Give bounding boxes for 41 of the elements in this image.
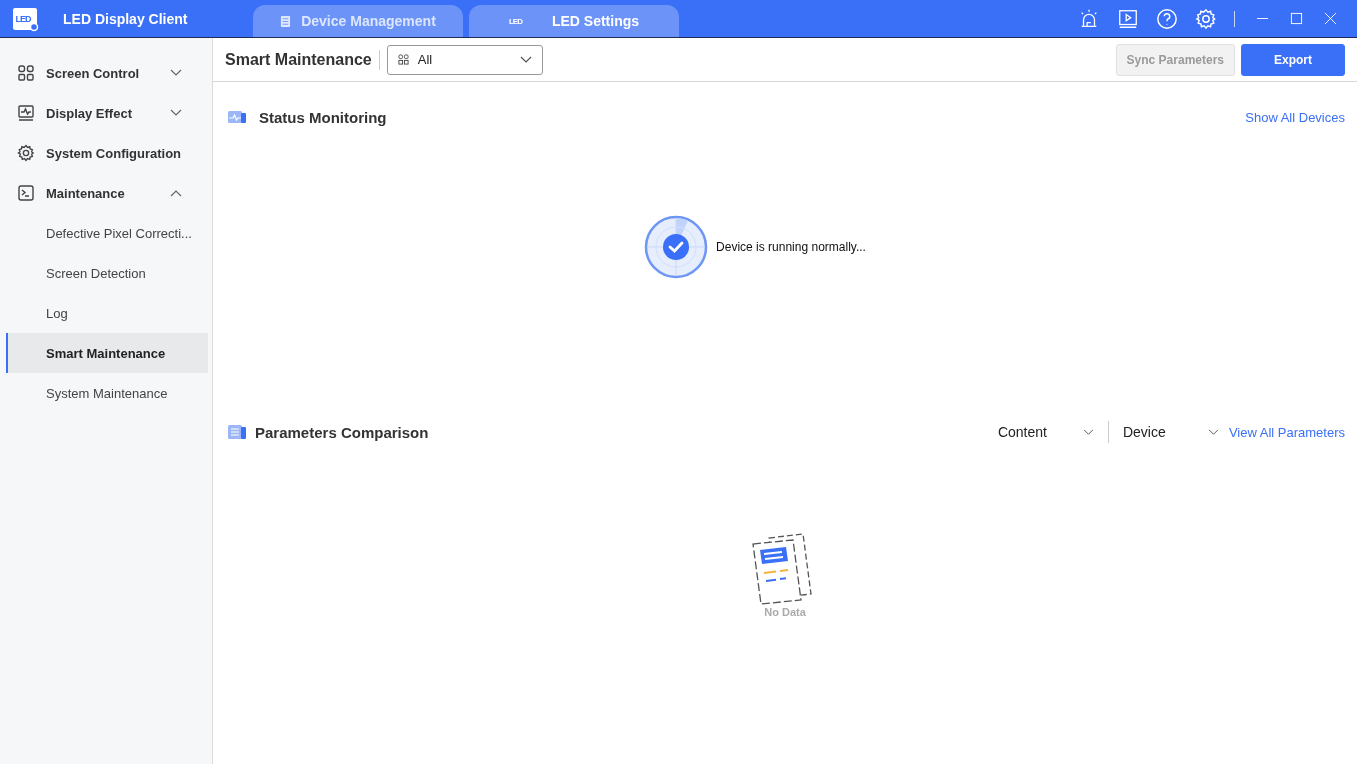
window-title: LED Display Client	[63, 10, 189, 27]
sidebar-item[interactable]: System Maintenance	[6, 373, 208, 413]
monitor-chart-icon	[17, 104, 35, 122]
sidebar-group[interactable]: Maintenance	[0, 173, 212, 213]
view-all-parameters-link[interactable]: View All Parameters	[1228, 424, 1345, 440]
dropdown[interactable]: Content	[997, 424, 1094, 440]
grid-icon	[397, 54, 409, 65]
video-icon[interactable]	[1117, 7, 1139, 30]
terminal-icon	[17, 184, 35, 202]
document-icon	[280, 14, 292, 28]
sidebar-group[interactable]: System Configuration	[0, 133, 212, 173]
empty-state-text: No Data	[764, 606, 806, 618]
sidebar-item[interactable]: Screen Detection	[6, 253, 208, 293]
status-check-icon	[644, 215, 709, 279]
chevron-icon	[1082, 428, 1094, 436]
show-all-devices-link[interactable]: Show All Devices	[1245, 109, 1345, 125]
filter-value: All	[417, 52, 434, 67]
filter-dropdown[interactable]: All	[386, 44, 543, 75]
status-message: Device is running normally...	[716, 240, 866, 254]
section-title: Parameters Comparison	[255, 423, 429, 441]
settings-icon[interactable]	[1195, 7, 1217, 30]
toolbar-button[interactable]: Export	[1241, 43, 1345, 76]
section-title: Status Monitoring	[259, 108, 387, 126]
sidebar-group[interactable]: Display Effect	[0, 93, 212, 133]
chevron-icon	[1207, 428, 1219, 436]
settings-icon	[17, 144, 35, 162]
chevron-icon	[519, 55, 532, 64]
led-logo-icon: LED	[508, 16, 522, 26]
app-logo-icon: LED	[13, 7, 37, 30]
list-icon	[227, 424, 247, 440]
sidebar-item[interactable]: Log	[6, 293, 208, 333]
page-title: Smart Maintenance	[225, 50, 372, 69]
sidebar-item[interactable]: Smart Maintenance	[6, 333, 208, 373]
grid-icon	[17, 64, 35, 82]
dropdown[interactable]: Device	[1122, 424, 1219, 440]
maximize-icon[interactable]	[1290, 12, 1303, 25]
monitor-pulse-icon	[227, 109, 247, 125]
sidebar-item[interactable]: Defective Pixel Correcti...	[6, 213, 208, 253]
sidebar-group[interactable]: Screen Control	[0, 53, 212, 93]
close-icon[interactable]	[1324, 12, 1337, 25]
help-icon[interactable]	[1156, 7, 1178, 30]
